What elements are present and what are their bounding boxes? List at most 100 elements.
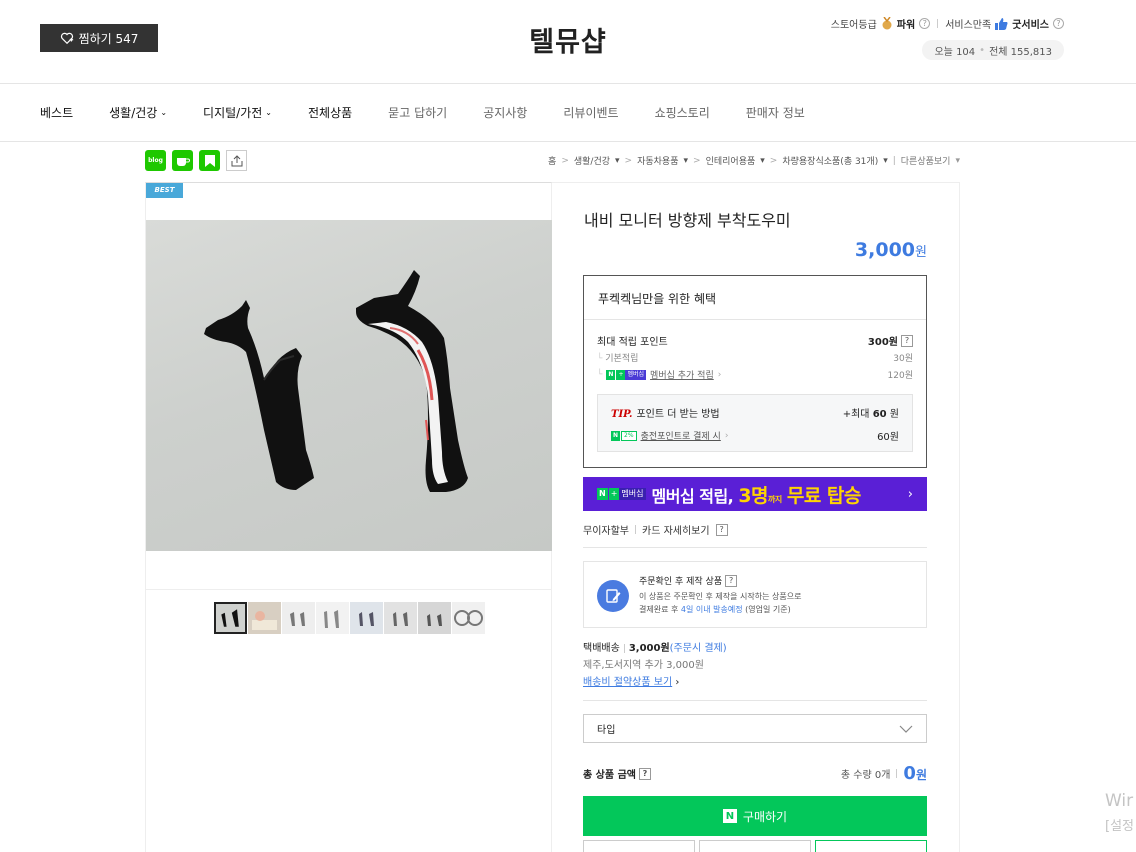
naver-n-icon: N (606, 369, 616, 380)
breadcrumb-interior[interactable]: 인테리어용품 (706, 154, 756, 167)
cafe-share-icon[interactable] (172, 150, 193, 171)
breadcrumb-car[interactable]: 자동차용품 (637, 154, 678, 167)
caret-down-icon[interactable]: ▾ (615, 156, 620, 166)
nav-digital[interactable]: 디지털/가전 ⌄ (203, 104, 272, 121)
thumbnail-1[interactable] (214, 602, 247, 634)
secondary-buttons (583, 840, 927, 852)
question-icon[interactable]: ? (1053, 18, 1064, 29)
best-badge: BEST (146, 183, 183, 198)
caret-down-icon[interactable]: ▾ (684, 156, 689, 166)
chevron-down-icon (899, 725, 913, 733)
notice-line-2-prefix: 결제완료 후 (639, 605, 679, 614)
chevron-right-icon: > (561, 155, 569, 166)
caret-down-icon[interactable]: ▾ (883, 156, 888, 166)
nav-notice[interactable]: 공지사항 (483, 104, 527, 121)
bookmark-share-icon[interactable] (199, 150, 220, 171)
nav-review-event[interactable]: 리뷰이벤트 (563, 104, 618, 121)
secondary-button-1[interactable] (583, 840, 695, 852)
membership-banner[interactable]: N + 멤버십 멤버십 적립, 3명까지 무료 탑승 › (583, 477, 927, 511)
installment-link[interactable]: 무이자할부 (583, 522, 629, 537)
chevron-right-icon: > (624, 155, 633, 166)
nav-qna[interactable]: 묻고 답하기 (388, 104, 447, 121)
shipping-extra: 제주,도서지역 추가 3,000원 (583, 660, 704, 671)
branch-icon: └ (597, 369, 603, 380)
share-icon[interactable] (226, 150, 247, 171)
breadcrumb-home[interactable]: 홈 (548, 154, 556, 167)
nav-seller-info[interactable]: 판매자 정보 (746, 104, 805, 121)
category-nav: 베스트 생활/건강 ⌄ 디지털/가전 ⌄ 전체상품 묻고 답하기 공지사항 리뷰이벤… (0, 84, 1136, 142)
nav-label: 리뷰이벤트 (563, 106, 619, 120)
total-amount-value: 0 (903, 763, 916, 784)
store-info: 스토어등급 파워 ? 서비스만족 굿서비스 ? (831, 16, 1064, 31)
thumbnail-2[interactable] (248, 602, 281, 634)
nav-all-products[interactable]: 전체상품 (308, 104, 352, 121)
total-qty: 총 수량 0개 (840, 770, 891, 781)
total-amount-unit: 원 (915, 768, 927, 782)
store-grade-label: 스토어등급 (830, 20, 877, 31)
store-grade-value: 파워 (896, 20, 916, 31)
thumbnail-3[interactable] (282, 602, 315, 634)
total-row: 총 상품 금액? 총 수량 0개 0원 (583, 763, 927, 784)
breadcrumb-living[interactable]: 생활/건강 (574, 154, 610, 167)
notice-line-2-suffix: (영업일 기준) (745, 605, 791, 614)
chevron-right-icon: › (724, 430, 729, 441)
buy-button[interactable]: N 구매하기 (583, 796, 927, 836)
caret-down-icon[interactable]: ▾ (760, 156, 765, 166)
secondary-button-3[interactable] (815, 840, 927, 852)
shipping-fee: 3,000원 (628, 643, 670, 654)
question-icon[interactable]: ? (715, 523, 728, 536)
nav-living-health[interactable]: 생활/건강 ⌄ (109, 104, 167, 121)
card-links: 무이자할부 카드 자세히보기 ? (583, 522, 728, 537)
visit-count: 오늘 104 • 전체 155,813 (922, 40, 1064, 60)
option-select[interactable]: 타입 (583, 714, 927, 743)
blog-share-icon[interactable]: blog (145, 150, 166, 171)
charge-value: 60원 (877, 432, 899, 443)
thumbnail-6[interactable] (384, 602, 417, 634)
thumbnail-8[interactable] (452, 602, 485, 634)
chevron-down-icon: ⌄ (160, 108, 168, 117)
shipping-saving-link[interactable]: 배송비 절약상품 보기 (583, 677, 672, 688)
breadcrumb-current[interactable]: 차량용장식소품(총 31개) (782, 154, 878, 167)
thumbnail-strip (214, 602, 485, 634)
question-icon[interactable]: ? (919, 18, 931, 29)
charge-link[interactable]: 충전포인트로 결제 시 (641, 429, 721, 442)
base-label-text: 기본적립 (605, 354, 639, 364)
banner-small: 까지 (768, 494, 782, 504)
membership-points-row: └ N + 멤버십 멤버십 추가 적립 › 120원 (597, 368, 913, 381)
divider (937, 19, 939, 28)
windows-activation-watermark: Wir (1105, 791, 1134, 811)
thumbnail-5[interactable] (350, 602, 383, 634)
banner-prefix: 멤버십 적립, (651, 486, 734, 506)
edit-document-icon (597, 580, 629, 612)
naver-n-icon: N (611, 430, 621, 441)
thumbnail-4[interactable] (316, 602, 349, 634)
product-detail-panel: 내비 모니터 방향제 부착도우미 3,000원 푸켁켁님만을 위한 혜택 최대 … (552, 182, 960, 852)
question-icon[interactable]: ? (901, 334, 913, 347)
nav-best[interactable]: 베스트 (40, 104, 73, 121)
option-select-label: 타입 (597, 725, 616, 736)
nav-shopping-story[interactable]: 쇼핑스토리 (655, 104, 710, 121)
thumbnail-7[interactable] (418, 602, 451, 634)
plus-icon: + (616, 369, 626, 380)
card-detail-link[interactable]: 카드 자세히보기 (642, 522, 710, 537)
membership-link[interactable]: 멤버십 추가 적립 (650, 368, 714, 381)
divider (623, 643, 625, 653)
nav-label: 쇼핑스토리 (654, 106, 710, 120)
tip-label: TIP. (611, 409, 633, 420)
question-icon[interactable]: ? (725, 574, 738, 587)
other-products-link[interactable]: 다른상품보기 (901, 154, 951, 167)
nav-label: 묻고 답하기 (388, 106, 448, 120)
main-product-image[interactable] (146, 220, 552, 551)
chevron-right-icon: › (717, 369, 722, 380)
shipping-fee-note: (주문시 결제) (669, 643, 727, 654)
question-icon[interactable]: ? (638, 767, 651, 780)
store-header: 찜하기 547 텔뮤샵 스토어등급 파워 ? 서비스만족 굿서비스 ? 오늘 1… (0, 0, 1136, 84)
divider (146, 589, 552, 590)
service-label: 서비스만족 (945, 20, 992, 31)
today-count: 오늘 104 (934, 46, 976, 58)
service-value: 굿서비스 (1012, 20, 1049, 31)
caret-down-icon[interactable]: ▾ (955, 156, 960, 166)
share-bar: blog (145, 150, 247, 171)
secondary-button-2[interactable] (699, 840, 811, 852)
notice-line-2: 결제완료 후 4일 이내 발송예정 (영업일 기준) (639, 603, 801, 616)
